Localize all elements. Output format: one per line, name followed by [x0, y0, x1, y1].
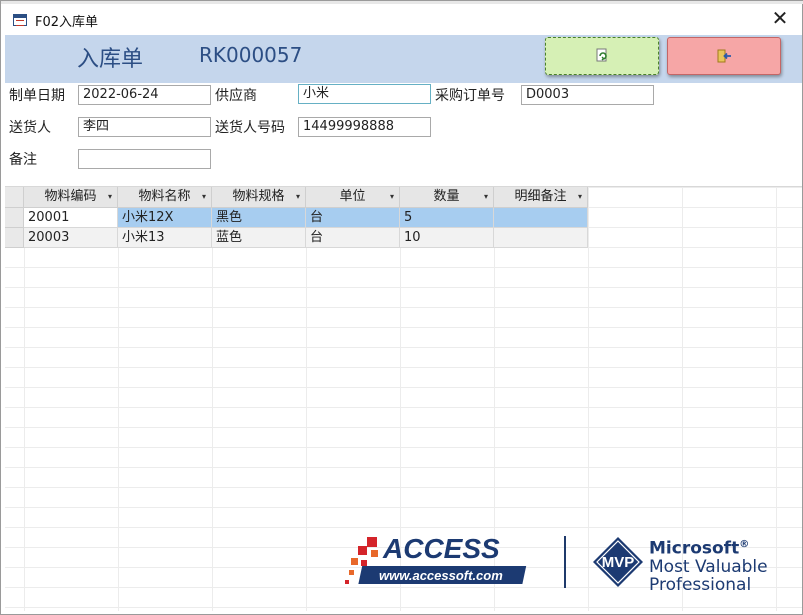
supplier-field[interactable]: 小米 [298, 84, 431, 104]
form-icon [13, 14, 27, 26]
window-title: F02入库单 [35, 15, 99, 30]
table-cell[interactable]: 20003 [24, 228, 118, 248]
registered-mark: ® [739, 539, 750, 550]
column-header[interactable]: 物料名称 ▾ [118, 187, 212, 208]
column-header[interactable]: 明细备注 ▾ [494, 187, 588, 208]
column-header-label: 数量 [433, 189, 460, 204]
label-po-number: 采购订单号 [435, 88, 505, 104]
mvp-badge-icon: MVP [593, 537, 643, 587]
column-header[interactable]: 单位 ▾ [306, 187, 400, 208]
exit-button[interactable] [667, 37, 781, 75]
deliverer-phone-field[interactable]: 14499998888 [298, 117, 431, 137]
table-cell[interactable]: 小米12X [118, 208, 212, 228]
document-number: RK000057 [199, 43, 303, 67]
filter-dropdown-icon[interactable]: ▾ [296, 187, 300, 207]
exit-door-icon [717, 49, 731, 63]
table-cell[interactable]: 台 [306, 208, 400, 228]
filter-dropdown-icon[interactable]: ▾ [578, 187, 582, 207]
row-selector[interactable] [5, 228, 24, 248]
table-cell[interactable]: 小米13 [118, 228, 212, 248]
form-title: 入库单 [77, 47, 144, 72]
mvp-badge-text: MVP [602, 554, 635, 571]
mvp-line3: Professional [649, 574, 752, 595]
filter-dropdown-icon[interactable]: ▾ [202, 187, 206, 207]
title-bar: F02入库单 ✕ [1, 4, 802, 35]
mvp-title: Microsoft® Most Valuable Professional [649, 536, 768, 594]
label-deliverer-phone: 送货人号码 [215, 120, 285, 136]
access-title-text: ACCESS [382, 534, 500, 564]
table-row[interactable]: 20001 小米12X 黑色 台 5 [5, 208, 589, 228]
date-field[interactable]: 2022-06-24 [78, 85, 211, 105]
filter-dropdown-icon[interactable]: ▾ [484, 187, 488, 207]
remark-field[interactable] [78, 149, 211, 169]
column-header-label: 物料编码 [44, 189, 97, 204]
column-header-label: 物料名称 [138, 189, 191, 204]
table-cell[interactable] [494, 208, 588, 228]
filter-dropdown-icon[interactable]: ▾ [390, 187, 394, 207]
form-header: 入库单 RK000057 [5, 35, 802, 83]
refresh-button[interactable] [545, 37, 659, 75]
access-url-text: www.accessoft.com [379, 568, 503, 583]
table-cell[interactable]: 台 [306, 228, 400, 248]
datasheet-header: 物料编码 ▾ 物料名称 ▾ 物料规格 ▾ 单位 ▾ 数量 ▾ 明细备注 ▾ [5, 187, 589, 208]
table-cell[interactable]: 5 [400, 208, 494, 228]
label-remark: 备注 [9, 152, 37, 168]
column-header[interactable]: 物料规格 ▾ [212, 187, 306, 208]
select-all-corner[interactable] [5, 187, 24, 208]
detail-fields: 制单日期 2022-06-24 供应商 小米 采购订单号 D0003 送货人 李… [5, 83, 802, 187]
sort-dropdown-icon[interactable]: ▾ [108, 187, 112, 207]
table-cell[interactable] [494, 228, 588, 248]
table-row[interactable]: 20003 小米13 蓝色 台 10 [5, 228, 589, 248]
deliverer-field[interactable]: 李四 [78, 117, 211, 137]
po-number-field[interactable]: D0003 [521, 85, 654, 105]
mvp-line2: Most Valuable [649, 556, 768, 577]
column-header-label: 物料规格 [232, 189, 285, 204]
table-cell[interactable]: 黑色 [212, 208, 306, 228]
column-header-label: 明细备注 [514, 189, 567, 204]
label-date: 制单日期 [9, 88, 65, 104]
close-button[interactable]: ✕ [768, 8, 792, 30]
label-deliverer: 送货人 [9, 120, 51, 136]
mvp-line1: Microsoft [649, 538, 740, 559]
branding-divider [564, 536, 566, 588]
refresh-doc-icon [596, 48, 607, 62]
column-header-label: 单位 [339, 189, 366, 204]
accessoft-logo: ACCESS www.accessoft.com [345, 534, 527, 584]
label-supplier: 供应商 [215, 88, 257, 104]
table-cell[interactable]: 20001 [24, 208, 118, 228]
inbound-form-window: F02入库单 ✕ 入库单 RK000057 制单日期 2022-06-24 供应… [0, 0, 803, 615]
table-cell[interactable]: 10 [400, 228, 494, 248]
table-cell[interactable]: 蓝色 [212, 228, 306, 248]
row-selector[interactable] [5, 208, 24, 228]
column-header[interactable]: 数量 ▾ [400, 187, 494, 208]
column-header[interactable]: 物料编码 ▾ [24, 187, 118, 208]
